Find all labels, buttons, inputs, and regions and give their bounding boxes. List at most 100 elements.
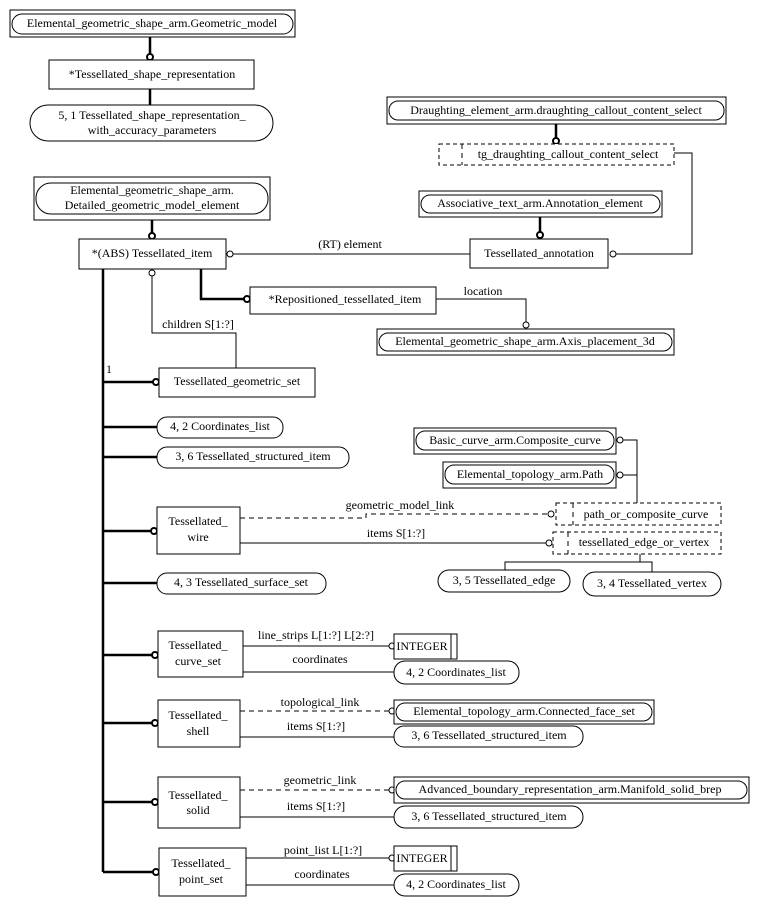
entity-tessellated-item[interactable]: *(ABS) Tessellated_item — [78, 238, 227, 270]
relation-line-geometric-model-link — [240, 513, 548, 519]
relation-label: coordinates — [294, 867, 350, 881]
subtype-circle — [536, 231, 544, 239]
select-tg-draughting-callout-content-select[interactable]: tg_draughting_callout_content_select — [438, 143, 675, 166]
entity-label: Elemental_geometric_shape_arm.Geometric_… — [27, 16, 278, 30]
entity-tessellated-annotation[interactable]: Tessellated_annotation — [469, 238, 609, 269]
entity-tessellated-shape-representation[interactable]: *Tessellated_shape_representation — [48, 59, 255, 90]
subtype-circle — [243, 295, 251, 303]
entity-label: with_accuracy_parameters — [88, 123, 217, 137]
ref-coordinates-list[interactable]: 4, 2 Coordinates_list — [156, 416, 284, 439]
relation-circle — [609, 250, 617, 258]
entity-label: path_or_composite_curve — [584, 507, 709, 521]
entity-label: Elemental_geometric_shape_arm.Axis_place… — [395, 334, 655, 348]
entity-label: INTEGER — [396, 851, 447, 865]
select-tessellated-edge-or-vertex[interactable]: tessellated_edge_or_vertex — [552, 531, 722, 555]
entity-label: Tessellated_geometric_set — [174, 374, 301, 388]
entity-label: 3, 6 Tessellated_structured_item — [411, 809, 567, 823]
entity-tessellated-solid[interactable]: Tessellated_ solid — [157, 776, 241, 829]
entity-manifold-solid-brep[interactable]: Advanced_boundary_representation_arm.Man… — [393, 776, 750, 804]
entity-annotation-element[interactable]: Associative_text_arm.Annotation_element — [418, 190, 663, 218]
entity-label: Elemental_topology_arm.Path — [457, 467, 603, 481]
entity-tessellated-curve-set[interactable]: Tessellated_ curve_set — [157, 630, 244, 678]
entity-label: Draughting_element_arm.draughting_callou… — [410, 103, 702, 117]
entity-label: 3, 6 Tessellated_structured_item — [175, 449, 331, 463]
relation-label-location: location — [464, 284, 503, 298]
entity-label: Tessellated_ — [168, 788, 228, 802]
relation-label: items S[1:?] — [287, 719, 345, 733]
ref-tessellated-surface-set[interactable]: 4, 3 Tessellated_surface_set — [156, 572, 327, 595]
ref-tessellated-structured-item[interactable]: 3, 6 Tessellated_structured_item — [393, 805, 584, 829]
entity-repositioned-tessellated-item[interactable]: *Repositioned_tessellated_item — [249, 286, 437, 315]
type-integer[interactable]: INTEGER — [393, 633, 458, 660]
entity-label: tg_draughting_callout_content_select — [478, 147, 659, 161]
entity-label: Elemental_geometric_shape_arm. — [70, 183, 234, 197]
entity-tessellated-point-set[interactable]: Tessellated_ point_set — [158, 847, 247, 897]
entity-connected-face-set[interactable]: Elemental_topology_arm.Connected_face_se… — [393, 699, 655, 725]
relation-circle — [226, 250, 234, 258]
entity-composite-curve[interactable]: Basic_curve_arm.Composite_curve — [413, 427, 617, 455]
entity-tessellated-wire[interactable]: Tessellated_ wire — [156, 506, 241, 555]
entity-label: curve_set — [175, 654, 222, 668]
ref-coordinates-list[interactable]: 4, 2 Coordinates_list — [393, 660, 520, 685]
relation-label-children: children S[1:?] — [162, 317, 234, 331]
type-integer[interactable]: INTEGER — [393, 845, 458, 872]
entity-label: tessellated_edge_or_vertex — [579, 535, 710, 549]
ref-coordinates-list[interactable]: 4, 2 Coordinates_list — [393, 873, 520, 897]
entity-label: *Repositioned_tessellated_item — [269, 292, 422, 306]
entity-label: Tessellated_ — [168, 514, 228, 528]
relation-label: geometric_model_link — [346, 498, 455, 512]
entity-label: point_set — [179, 872, 224, 886]
entity-tessellated-geometric-set[interactable]: Tessellated_geometric_set — [158, 367, 316, 398]
entity-geometric-model[interactable]: Elemental_geometric_shape_arm.Geometric_… — [9, 9, 296, 38]
entity-axis-placement-3d[interactable]: Elemental_geometric_shape_arm.Axis_place… — [376, 328, 675, 356]
relation-label: coordinates — [292, 652, 348, 666]
entity-label: INTEGER — [396, 639, 447, 653]
relation-label: point_list L[1:?] — [284, 843, 362, 857]
relation-circle — [522, 321, 530, 329]
entity-draughting-callout-content-select[interactable]: Draughting_element_arm.draughting_callou… — [386, 96, 727, 125]
entity-label: shell — [187, 724, 210, 738]
entity-label: Tessellated_ — [171, 856, 231, 870]
relation-label: items S[1:?] — [287, 799, 345, 813]
subtype-line — [199, 269, 245, 301]
entity-label: 4, 3 Tessellated_surface_set — [174, 575, 309, 589]
entity-label: Detailed_geometric_model_element — [65, 198, 240, 212]
relation-label: items S[1:?] — [367, 526, 425, 540]
entity-label: 3, 5 Tessellated_edge — [453, 573, 556, 587]
ref-tessellated-vertex[interactable]: 3, 4 Tessellated_vertex — [582, 571, 722, 597]
relation-circle — [148, 269, 156, 277]
entity-path[interactable]: Elemental_topology_arm.Path — [442, 461, 617, 489]
select-path-or-composite-curve[interactable]: path_or_composite_curve — [555, 502, 722, 526]
ref-tessellated-shape-representation-with-accuracy[interactable]: 5, 1 Tessellated_shape_representation_ w… — [29, 104, 274, 142]
entity-label: *Tessellated_shape_representation — [69, 67, 235, 81]
relation-label: geometric_link — [284, 773, 357, 787]
express-g-diagram: Elemental_geometric_shape_arm.Geometric_… — [9, 9, 750, 897]
entity-label: solid — [186, 803, 209, 817]
subtype-circle — [146, 53, 154, 61]
entity-tessellated-shell[interactable]: Tessellated_ shell — [157, 699, 241, 748]
entity-label: 3, 4 Tessellated_vertex — [597, 576, 707, 590]
relation-label: line_strips L[1:?] L[2:?] — [258, 628, 374, 642]
ref-tessellated-edge[interactable]: 3, 5 Tessellated_edge — [437, 569, 571, 593]
entity-label: Elemental_topology_arm.Connected_face_se… — [413, 704, 635, 718]
entity-label: Associative_text_arm.Annotation_element — [437, 196, 643, 210]
entity-label: 4, 2 Coordinates_list — [406, 877, 506, 891]
entity-label: Advanced_boundary_representation_arm.Man… — [419, 782, 722, 796]
entity-label: Basic_curve_arm.Composite_curve — [429, 433, 601, 447]
subtype-constraint-label: 1 — [106, 362, 112, 376]
subtype-circle — [552, 137, 560, 145]
entity-label: 4, 2 Coordinates_list — [406, 665, 506, 679]
entity-label: Tessellated_ — [168, 708, 228, 722]
ref-tessellated-structured-item[interactable]: 3, 6 Tessellated_structured_item — [393, 725, 584, 748]
entity-label: *(ABS) Tessellated_item — [92, 246, 213, 260]
entity-label: 4, 2 Coordinates_list — [170, 419, 270, 433]
entity-label: 3, 6 Tessellated_structured_item — [411, 728, 567, 742]
relation-label: topological_link — [281, 695, 360, 709]
ref-tessellated-structured-item[interactable]: 3, 6 Tessellated_structured_item — [156, 446, 350, 469]
entity-detailed-geometric-model-element[interactable]: Elemental_geometric_shape_arm. Detailed_… — [33, 176, 271, 221]
relation-label-element: (RT) element — [318, 237, 382, 251]
relation-line-location — [436, 298, 527, 322]
subtype-circle — [148, 232, 156, 240]
entity-label: Tessellated_ — [168, 638, 228, 652]
entity-label: Tessellated_annotation — [484, 246, 594, 260]
